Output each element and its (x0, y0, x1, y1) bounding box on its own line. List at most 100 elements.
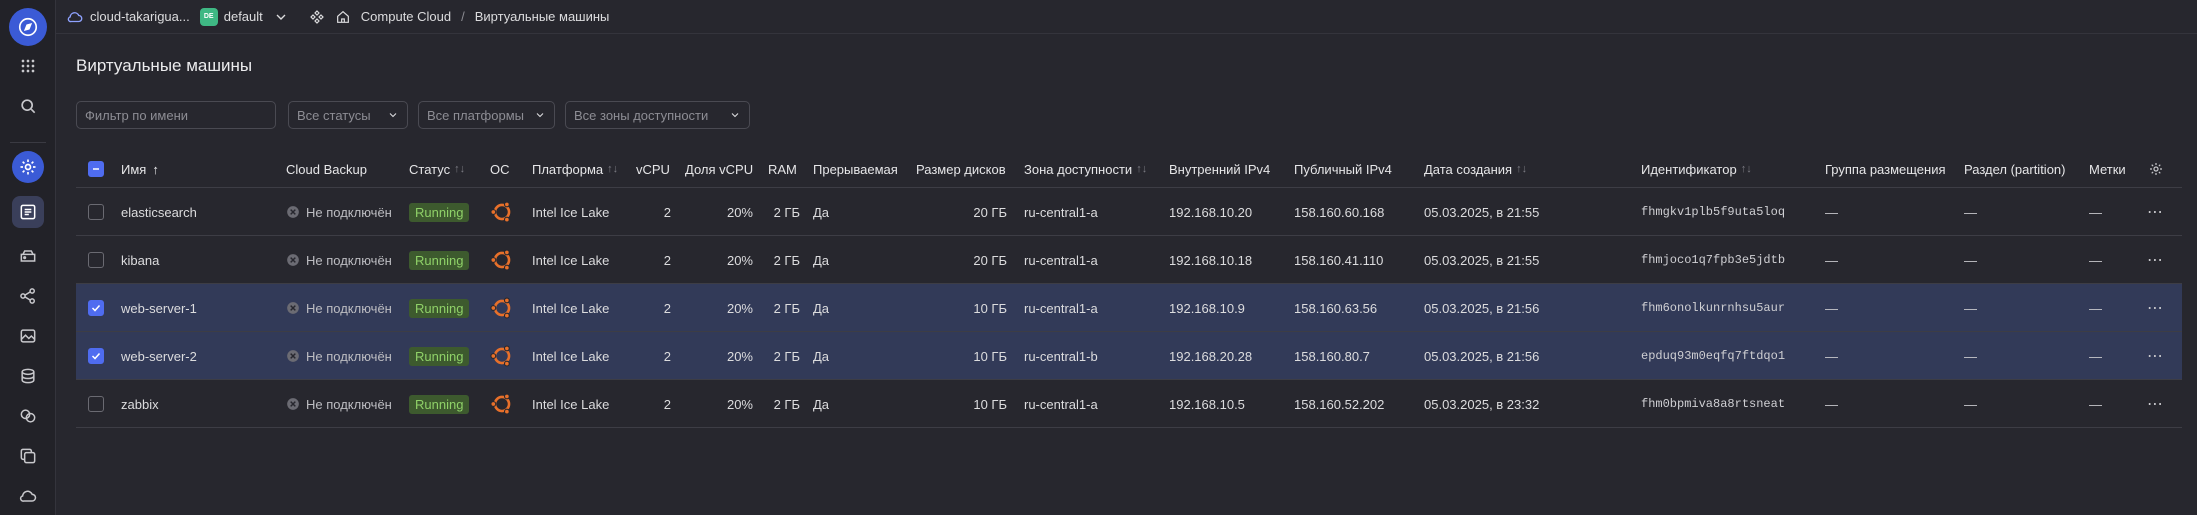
public-ip-cell: 158.160.52.202 (1294, 396, 1385, 412)
column-header-zone[interactable]: Зона доступности ↑↓ (1024, 150, 1147, 188)
table-row[interactable]: kibana Не подключён Running Intel Ice La… (76, 236, 2182, 284)
zone-filter-select[interactable]: Все зоны доступности (565, 101, 750, 129)
vm-name[interactable]: zabbix (121, 380, 159, 428)
status-filter-value: Все статусы (297, 107, 371, 123)
labels-cell: — (2089, 300, 2102, 316)
vcpu-share-cell: 20% (726, 252, 753, 268)
sort-icon: ↑↓ (1136, 163, 1148, 175)
column-header-platform[interactable]: Платформа ↑↓ (532, 150, 618, 188)
preemptible-cell: Да (813, 300, 830, 316)
row-checkbox[interactable] (88, 252, 104, 268)
preemptible-cell: Да (813, 252, 830, 268)
chevron-down-icon (719, 109, 741, 121)
row-menu-icon[interactable]: ⋯ (2147, 332, 2164, 380)
disconnected-icon (287, 206, 299, 218)
id-cell: fhmgkv1plb5f9uta5loq (1641, 205, 1786, 219)
page-title: Виртуальные машины (76, 56, 253, 75)
row-menu-icon[interactable]: ⋯ (2147, 380, 2164, 428)
cloud-icon[interactable] (12, 480, 44, 512)
partition-cell: — (1964, 204, 1977, 220)
vm-name[interactable]: elasticsearch (121, 188, 197, 236)
internal-ip-cell: 192.168.10.9 (1169, 300, 1245, 316)
home-icon[interactable] (335, 9, 351, 25)
row-menu-icon[interactable]: ⋯ (2147, 284, 2164, 332)
os-cell (489, 188, 515, 236)
preemptible-cell: Да (813, 204, 830, 220)
list-icon[interactable] (12, 196, 44, 228)
backup-cell: Не подключён (286, 380, 392, 428)
search-icon[interactable] (12, 90, 44, 122)
placement-cell: — (1825, 300, 1838, 316)
status-cell: Running (409, 284, 470, 332)
column-header-partition: Раздел (partition) (1964, 161, 2066, 177)
breadcrumb-service[interactable]: Compute Cloud (361, 9, 451, 24)
column-header-id[interactable]: Идентификатор ↑↓ (1641, 150, 1752, 188)
table-row[interactable]: web-server-2 Не подключён Running Intel … (76, 332, 2182, 380)
row-checkbox[interactable] (88, 204, 104, 220)
created-cell: 05.03.2025, в 21:56 (1424, 300, 1540, 316)
breadcrumb-current: Виртуальные машины (474, 9, 610, 24)
status-badge: Running (409, 250, 470, 270)
vm-name[interactable]: web-server-2 (121, 332, 197, 380)
services-icon[interactable] (309, 9, 325, 25)
status-badge: Running (409, 202, 470, 222)
column-header-created[interactable]: Дата создания ↑↓ (1424, 150, 1527, 188)
sort-icon: ↑↓ (607, 163, 619, 175)
vcpu-cell: 2 (663, 300, 671, 316)
layers-icon[interactable] (12, 360, 44, 392)
column-settings-icon[interactable] (2148, 150, 2164, 188)
row-checkbox[interactable] (88, 396, 104, 412)
created-cell: 05.03.2025, в 21:55 (1424, 204, 1540, 220)
network-icon[interactable] (12, 280, 44, 312)
backup-status: Не подключён (306, 300, 392, 316)
grid-icon[interactable] (12, 50, 44, 82)
cloud-selector[interactable]: cloud-takarigua... (66, 8, 190, 26)
ram-cell: 2 ГБ (773, 396, 800, 412)
vcpu-share-cell: 20% (726, 396, 753, 412)
copy-icon[interactable] (12, 440, 44, 472)
platform-filter-select[interactable]: Все платформы (418, 101, 555, 129)
row-checkbox-cell (88, 188, 104, 236)
table-row[interactable]: elasticsearch Не подключён Running Intel… (76, 188, 2182, 236)
row-checkbox[interactable] (88, 348, 104, 364)
placement-cell: — (1825, 252, 1838, 268)
gear-icon[interactable] (12, 151, 44, 183)
left-rail (0, 0, 56, 515)
ubuntu-icon (490, 345, 511, 367)
row-menu-icon[interactable]: ⋯ (2147, 236, 2164, 284)
row-checkbox-cell (88, 380, 104, 428)
vm-name[interactable]: kibana (121, 236, 159, 284)
labels-cell: — (2089, 252, 2102, 268)
zone-cell: ru-central1-a (1024, 252, 1098, 268)
backup-cell: Не подключён (286, 284, 392, 332)
vcpu-share-cell: 20% (726, 348, 753, 364)
row-menu-icon[interactable]: ⋯ (2147, 188, 2164, 236)
column-header-os: ОС (490, 161, 510, 177)
column-header-name[interactable]: Имя ↑ (121, 150, 159, 188)
column-header-status[interactable]: Статус ↑↓ (409, 150, 465, 188)
backup-status: Не подключён (306, 252, 392, 268)
name-filter-input[interactable] (76, 101, 276, 129)
breadcrumb: Compute Cloud / Виртуальные машины (361, 9, 610, 24)
table-body: elasticsearch Не подключён Running Intel… (76, 188, 2182, 428)
top-bar: cloud-takarigua... DE default Compute Cl… (56, 0, 2197, 34)
column-header-ram: RAM (768, 161, 797, 177)
id-cell: fhmjoco1q7fpb3e5jdtb (1641, 253, 1786, 267)
status-filter-select[interactable]: Все статусы (288, 101, 408, 129)
coins-icon[interactable] (12, 400, 44, 432)
database-icon[interactable] (12, 240, 44, 272)
compass-logo-icon[interactable] (9, 8, 47, 46)
select-all-checkbox[interactable] (88, 161, 104, 177)
folder-selector[interactable]: DE default (199, 7, 289, 26)
image-icon[interactable] (12, 320, 44, 352)
table-row[interactable]: zabbix Не подключён Running Intel Ice La… (76, 380, 2182, 428)
row-checkbox[interactable] (88, 300, 104, 316)
vcpu-cell: 2 (663, 396, 671, 412)
id-cell: fhm0bpmiva8a8rtsneat (1641, 397, 1786, 411)
backup-status: Не подключён (306, 396, 392, 412)
vm-name[interactable]: web-server-1 (121, 284, 197, 332)
ubuntu-icon (490, 297, 511, 319)
cloud-icon (66, 8, 84, 26)
table-row[interactable]: web-server-1 Не подключён Running Intel … (76, 284, 2182, 332)
vcpu-cell: 2 (663, 204, 671, 220)
